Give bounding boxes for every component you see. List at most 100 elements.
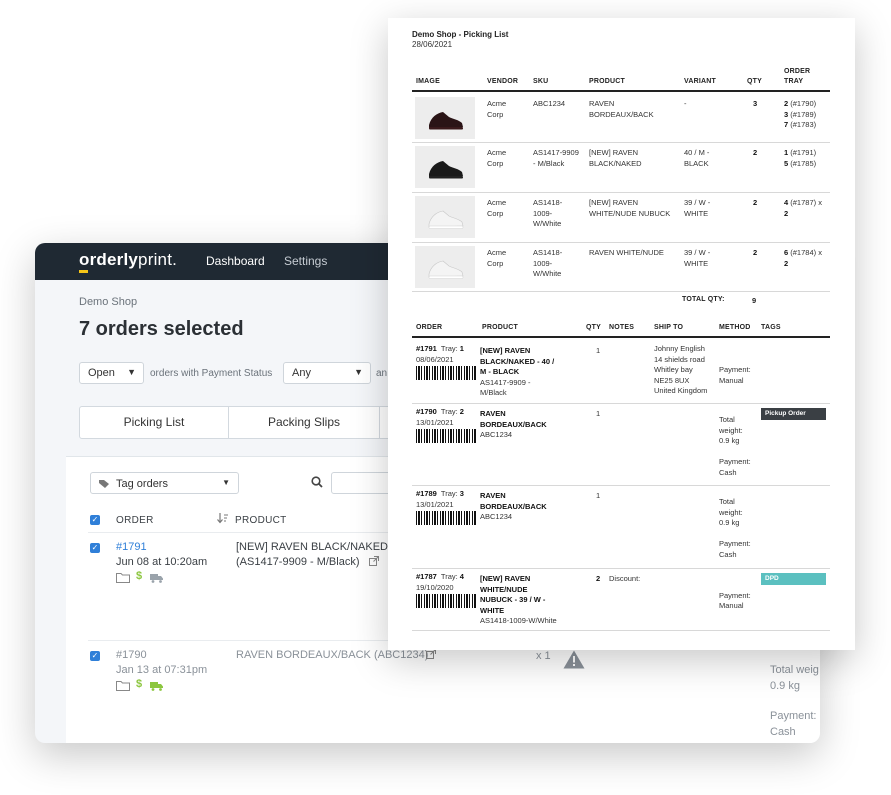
row-divider — [412, 568, 830, 569]
sort-icon[interactable] — [217, 512, 229, 524]
header-rule — [412, 90, 830, 92]
row-divider — [412, 630, 830, 631]
sku-cell-line: AS1418- — [533, 198, 563, 207]
logo-accent — [79, 270, 88, 273]
total-qty-label: TOTAL QTY: — [682, 296, 725, 303]
shipping-method-line: Cash — [719, 467, 737, 477]
product-sku: (AS1417-9909 - M/Black) — [236, 556, 360, 568]
qty-cell: 3 — [753, 99, 757, 110]
nav-settings-link[interactable]: Settings — [284, 254, 327, 268]
chevron-down-icon: ▼ — [222, 478, 230, 487]
shipping-method: Payment: Manual — [719, 580, 751, 612]
payment-select-value: Any — [292, 367, 311, 379]
row-divider — [412, 403, 830, 404]
vendor-cell-line: Corp — [487, 258, 504, 268]
row-checkbox[interactable]: ✓ — [90, 543, 100, 553]
order-link[interactable]: #1790 — [116, 649, 147, 661]
order-link[interactable]: #1791 — [116, 541, 147, 553]
tray-order: (#1789) — [788, 109, 817, 119]
sku-cell-line: AS1418- — [533, 248, 563, 257]
variant-cell-line: WHITE — [684, 258, 709, 268]
product-cell-line: BLACK/NAKED — [589, 158, 642, 168]
pick-header-order: ORDER — [784, 68, 811, 75]
shipping-method-line: Payment: — [719, 457, 751, 466]
qty-cell-line: 2 — [753, 148, 758, 157]
vendor-cell: Acme Corp — [487, 198, 506, 219]
document-tabs: Picking List Packing Slips — [79, 406, 401, 439]
tray-number: 2 — [784, 208, 789, 218]
payment-status-select[interactable]: Any ▼ — [283, 362, 371, 384]
order-number: #1787 — [416, 572, 437, 581]
shoe-image — [428, 260, 464, 279]
order-date: 19/10/2020 — [416, 582, 454, 592]
page-title: 7 orders selected — [79, 318, 244, 340]
truck-icon — [150, 574, 163, 583]
tag-icon — [99, 480, 109, 488]
status-select-value: Open — [88, 367, 115, 379]
vendor-cell-line: Acme — [487, 198, 507, 207]
product-name: RAVEN BORDEAUX/BACK (ABC1234) — [236, 649, 429, 661]
sku-cell-line: 1009- — [533, 258, 553, 268]
pick-header-tray: TRAY — [784, 78, 804, 85]
order-date: 13/01/2021 — [416, 417, 454, 427]
sku-cell: AS1418- 1009- W/White — [533, 248, 562, 280]
vendor-cell-line: Corp — [487, 208, 504, 218]
barcode — [416, 511, 476, 525]
warning-icon[interactable] — [563, 650, 585, 669]
order-product-line: M - BLACK — [480, 367, 520, 376]
shoe-image — [428, 210, 464, 229]
shipping-method-line: Manual — [719, 601, 744, 610]
variant-cell-line: WHITE — [684, 208, 709, 218]
tag-orders-dropdown[interactable]: Tag orders ▼ — [90, 472, 239, 494]
filter-payment-label: orders with Payment Status — [150, 368, 273, 379]
select-all-checkbox[interactable]: ✓ — [90, 515, 100, 525]
search-icon[interactable] — [311, 476, 323, 488]
sku-cell-line: W/White — [533, 269, 562, 278]
total-weight-label: Total weig — [770, 664, 819, 676]
folder-icon[interactable] — [116, 680, 130, 691]
payment-value: Cash — [770, 726, 796, 738]
logo[interactable]: orderlyprint. — [79, 250, 177, 270]
sku-cell-line: ABC1234 — [533, 99, 566, 108]
pick-header-sku: SKU — [533, 78, 549, 85]
order-qty-line: 1 — [596, 409, 601, 418]
folder-icon[interactable] — [116, 572, 130, 583]
vendor-cell-line: Acme — [487, 248, 507, 257]
product-image — [415, 146, 475, 188]
quantity: x 1 — [536, 650, 551, 662]
variant-cell-line: BLACK — [684, 158, 709, 168]
nav-dashboard-link[interactable]: Dashboard — [206, 254, 265, 268]
row-checkbox[interactable]: ✓ — [90, 651, 100, 661]
product-image — [415, 97, 475, 139]
vendor-cell-line: Acme — [487, 99, 507, 108]
external-link-icon[interactable] — [426, 649, 436, 659]
tab-packing-slips[interactable]: Packing Slips — [229, 407, 379, 438]
vendor-cell: Acme Corp — [487, 248, 506, 269]
order-product: RAVEN BORDEAUX/BACK — [480, 409, 547, 430]
row-divider — [412, 142, 830, 143]
tray-order: (#1790) — [788, 99, 817, 108]
pick-header-image: IMAGE — [416, 78, 440, 85]
truck-icon — [150, 682, 163, 691]
tray-cell: 6 (#1784) x2 — [784, 248, 822, 269]
status-select[interactable]: Open ▼ — [79, 362, 144, 384]
order-product-line: WHITE/NUDE — [480, 584, 528, 594]
tab-picking-list[interactable]: Picking List — [80, 407, 228, 438]
column-header-product[interactable]: PRODUCT — [235, 515, 287, 526]
payment-label: Payment: — [770, 710, 817, 722]
ship-to-address-line: Whitley bay — [654, 365, 693, 374]
order-date: Jun 08 at 10:20am — [116, 556, 208, 568]
product-cell-line: RAVEN WHITE/NUDE — [589, 248, 664, 257]
logo-text-light: print. — [138, 250, 178, 269]
order-number: #1790 — [416, 407, 437, 416]
product-cell: [NEW] RAVEN BLACK/NAKED — [589, 148, 642, 169]
variant-cell: - — [684, 99, 687, 110]
qty-cell: 2 — [753, 198, 757, 209]
column-header-order[interactable]: ORDER — [116, 515, 154, 526]
order-product: [NEW] RAVEN WHITE/NUDE NUBUCK - 39 / W - WH… — [480, 574, 545, 616]
order-notes: Discount: — [609, 574, 640, 585]
row-divider — [412, 291, 830, 292]
picking-list-document: Demo Shop - Picking List 28/06/2021 IMAG… — [388, 18, 855, 650]
external-link-icon[interactable] — [369, 556, 379, 566]
search-input[interactable] — [331, 472, 391, 494]
